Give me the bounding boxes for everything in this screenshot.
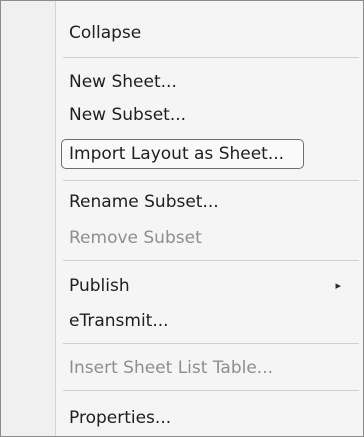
menu-item-new-subset[interactable]: New Subset... <box>69 100 355 130</box>
menu-item-properties[interactable]: Properties... <box>69 403 355 433</box>
context-menu: Collapse New Sheet... New Subset... Impo… <box>0 0 364 437</box>
menu-separator <box>63 180 359 181</box>
menu-item-publish[interactable]: Publish ▸ <box>69 271 355 301</box>
menu-item-rename-subset[interactable]: Rename Subset... <box>69 187 355 217</box>
menu-item-label: Publish <box>69 276 130 296</box>
menu-separator <box>63 57 359 58</box>
submenu-arrow-icon: ▸ <box>335 279 341 292</box>
menu-item-new-sheet[interactable]: New Sheet... <box>69 67 355 97</box>
menu-item-collapse[interactable]: Collapse <box>69 18 355 48</box>
menu-separator <box>63 343 359 344</box>
menu-separator <box>63 390 359 391</box>
menu-separator <box>63 260 359 261</box>
icon-gutter <box>1 1 56 436</box>
menu-item-insert-sheet-list-table: Insert Sheet List Table... <box>69 358 274 378</box>
menu-item-etransmit[interactable]: eTransmit... <box>69 306 355 336</box>
menu-item-remove-subset: Remove Subset <box>69 228 202 248</box>
menu-item-import-layout-as-sheet[interactable]: Import Layout as Sheet... <box>61 139 304 169</box>
